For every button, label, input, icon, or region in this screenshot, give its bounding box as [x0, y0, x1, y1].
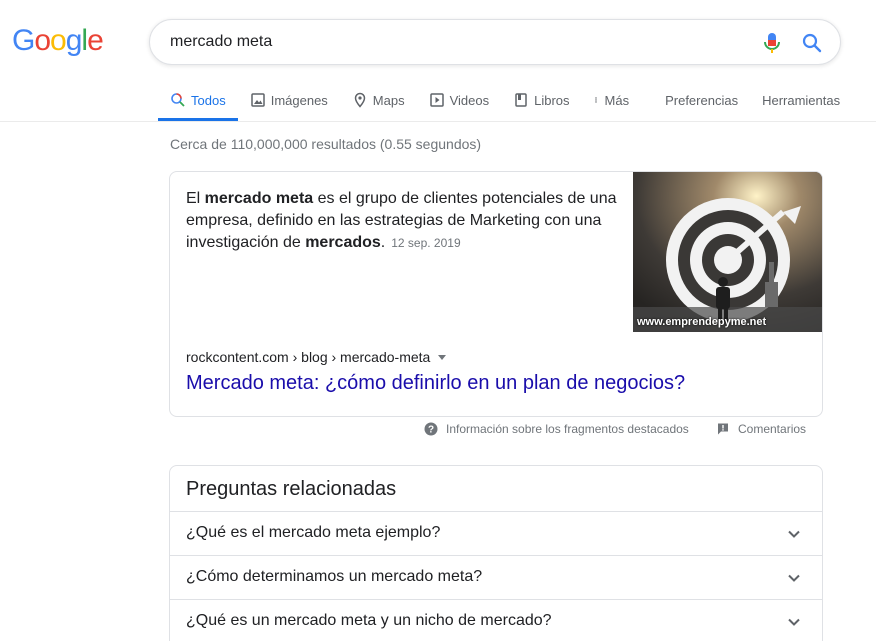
chevron-down-icon — [788, 530, 800, 538]
microphone-icon[interactable] — [762, 31, 782, 55]
about-text: Información sobre los fragmentos destaca… — [446, 422, 689, 436]
feedback-icon — [718, 423, 728, 435]
tab-mas[interactable]: Más — [582, 80, 642, 120]
snippet-text: El mercado meta es el grupo de clientes … — [186, 188, 626, 254]
snippet-bold: mercado meta — [204, 190, 314, 207]
result-stats: Cerca de 110,000,000 resultados (0.55 se… — [170, 136, 482, 152]
related-question[interactable]: ¿Cómo determinamos un mercado meta? — [170, 555, 822, 599]
search-icon — [171, 93, 185, 107]
header-divider — [0, 121, 876, 122]
tab-label: Más — [604, 92, 630, 108]
search-tabs: Todos Imágenes Maps Videos Libros Más Pr… — [158, 80, 852, 121]
chevron-down-icon — [788, 574, 800, 582]
tab-imagenes[interactable]: Imágenes — [238, 80, 340, 120]
related-questions: Preguntas relacionadas ¿Qué es el mercad… — [169, 465, 823, 641]
help-icon: ? — [424, 422, 438, 436]
logo-letter: G — [12, 24, 35, 57]
image-caption: www.emprendepyme.net — [637, 316, 767, 328]
tab-label: Maps — [372, 92, 405, 108]
search-box — [149, 19, 841, 65]
snippet-text-part: El — [186, 190, 205, 207]
snippet-text-part: . — [380, 234, 386, 251]
tab-label: Videos — [449, 92, 490, 108]
logo-letter: o — [34, 24, 51, 57]
tab-herramientas[interactable]: Herramientas — [750, 80, 852, 120]
about-featured-snippets[interactable]: ? Información sobre los fragmentos desta… — [424, 422, 689, 436]
image-icon — [250, 93, 265, 107]
logo-letter: g — [65, 24, 83, 57]
tab-label: Todos — [191, 92, 226, 108]
related-question[interactable]: ¿Qué es un mercado meta y un nicho de me… — [170, 599, 822, 641]
tab-label: Imágenes — [270, 92, 328, 108]
comments-text: Comentarios — [738, 422, 807, 436]
logo-letter: e — [87, 24, 104, 57]
related-questions-title: Preguntas relacionadas — [186, 478, 397, 500]
feedback-button[interactable]: Comentarios — [716, 422, 806, 436]
question-text: ¿Cómo determinamos un mercado meta? — [186, 568, 483, 585]
tab-preferencias[interactable]: Preferencias — [653, 80, 750, 120]
google-logo[interactable]: Google — [12, 24, 104, 58]
result-title-link[interactable]: Mercado meta: ¿cómo definirlo en un plan… — [186, 372, 685, 395]
search-input[interactable] — [170, 20, 730, 64]
play-icon — [429, 93, 444, 107]
related-question[interactable]: ¿Qué es el mercado meta ejemplo? — [170, 511, 822, 555]
snippet-bold: mercados — [305, 234, 381, 251]
featured-snippet: El mercado meta es el grupo de clientes … — [169, 171, 823, 417]
result-cite: rockcontent.com › blog › mercado-meta — [186, 349, 447, 365]
cite-text: rockcontent.com › blog › mercado-meta — [186, 349, 431, 365]
tab-todos[interactable]: Todos — [158, 80, 238, 121]
question-text: ¿Qué es un mercado meta y un nicho de me… — [186, 612, 552, 629]
target-illustration — [633, 172, 822, 332]
tab-libros[interactable]: Libros — [501, 80, 581, 120]
search-submit-icon[interactable] — [800, 31, 824, 55]
tab-label: Libros — [534, 92, 570, 108]
tab-maps[interactable]: Maps — [340, 80, 417, 120]
more-vert-icon — [594, 97, 597, 103]
snippet-image[interactable]: www.emprendepyme.net — [633, 172, 822, 332]
question-text: ¿Qué es el mercado meta ejemplo? — [186, 524, 441, 541]
chevron-down-icon — [788, 618, 800, 626]
map-pin-icon — [354, 92, 366, 108]
book-icon — [515, 93, 527, 107]
tab-label: Herramientas — [762, 92, 841, 108]
svg-text:?: ? — [428, 425, 434, 436]
tab-label: Preferencias — [665, 92, 739, 108]
snippet-date: 12 sep. 2019 — [391, 236, 461, 250]
caret-down-icon[interactable] — [438, 354, 447, 360]
logo-letter: o — [50, 24, 67, 57]
tab-videos[interactable]: Videos — [417, 80, 502, 120]
